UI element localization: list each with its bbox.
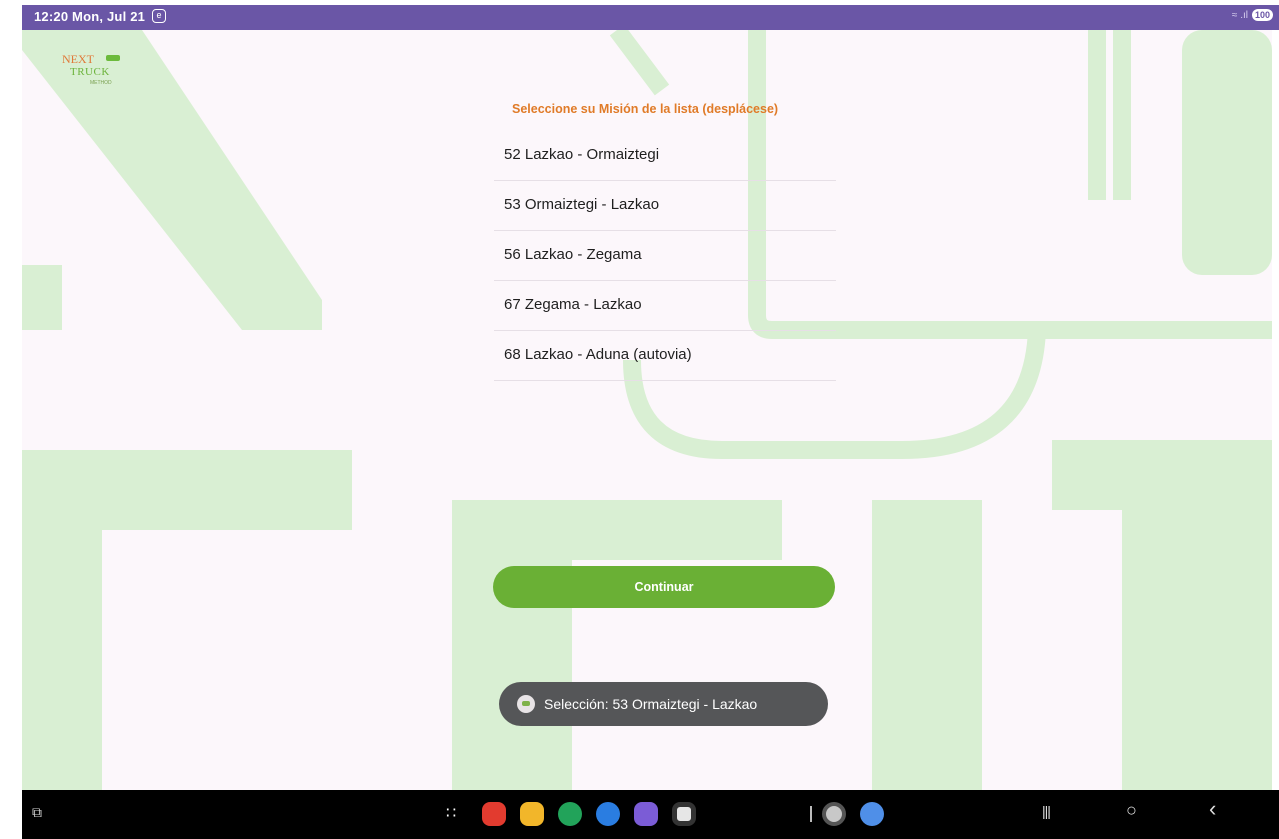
mission-list[interactable]: 52 Lazkao - Ormaiztegi 53 Ormaiztegi - L… — [494, 131, 836, 381]
right-gutter — [1272, 0, 1279, 839]
camera-icon[interactable] — [672, 802, 696, 826]
mission-item[interactable]: 56 Lazkao - Zegama — [494, 231, 836, 281]
mission-item[interactable]: 68 Lazkao - Aduna (autovia) — [494, 331, 836, 381]
selection-toast: Selección: 53 Ormaiztegi - Lazkao — [499, 682, 828, 726]
yellow-app-icon[interactable] — [520, 802, 544, 826]
messages-icon[interactable] — [596, 802, 620, 826]
app-drawer-icon[interactable]: ∷ — [446, 803, 456, 823]
signal-icon: ≈ .ıl — [1231, 9, 1248, 21]
continue-button[interactable]: Continuar — [493, 566, 835, 608]
browser-icon[interactable] — [634, 802, 658, 826]
toast-text: Selección: 53 Ormaiztegi - Lazkao — [544, 696, 758, 712]
back-button[interactable]: ‹ — [1209, 796, 1216, 822]
status-time: 12:20 Mon, Jul 21 — [34, 9, 146, 24]
status-indicators: ≈ .ıl 100 — [1232, 9, 1273, 21]
mission-item[interactable]: 67 Zegama - Lazkao — [494, 281, 836, 331]
left-gutter — [0, 0, 22, 839]
mission-item[interactable]: 53 Ormaiztegi - Lazkao — [494, 181, 836, 231]
logo-truck-mark — [106, 55, 120, 61]
app-icon — [517, 695, 535, 713]
dock-divider — [810, 806, 812, 822]
settings-icon[interactable] — [822, 802, 846, 826]
mission-list-title: Seleccione su Misión de la lista (desplá… — [512, 102, 779, 116]
logo-text-next: NEXT — [62, 52, 94, 66]
status-bar: 12:20 Mon, Jul 21 e ≈ .ıl 100 — [22, 5, 1279, 30]
battery-icon: 100 — [1251, 9, 1273, 21]
app-screen: NEXT TRUCK METHOD Seleccione su Misión d… — [22, 30, 1272, 790]
screen-recorder-icon: e — [152, 9, 166, 23]
red-app-icon[interactable] — [482, 802, 506, 826]
logo-text-method: METHOD — [90, 80, 112, 86]
logo-text-truck: TRUCK — [70, 66, 110, 78]
recents-button[interactable]: ||| — [1042, 803, 1051, 819]
phone-icon[interactable] — [558, 802, 582, 826]
screenshot-icon[interactable]: ⧉ — [32, 804, 48, 820]
mission-item[interactable]: 52 Lazkao - Ormaiztegi — [494, 131, 836, 181]
assistant-icon[interactable] — [860, 802, 884, 826]
navigation-bar: ⧉ ∷ ||| ○ ‹ — [22, 790, 1279, 839]
home-button[interactable]: ○ — [1126, 800, 1137, 821]
next-truck-logo: NEXT TRUCK METHOD — [62, 52, 142, 94]
